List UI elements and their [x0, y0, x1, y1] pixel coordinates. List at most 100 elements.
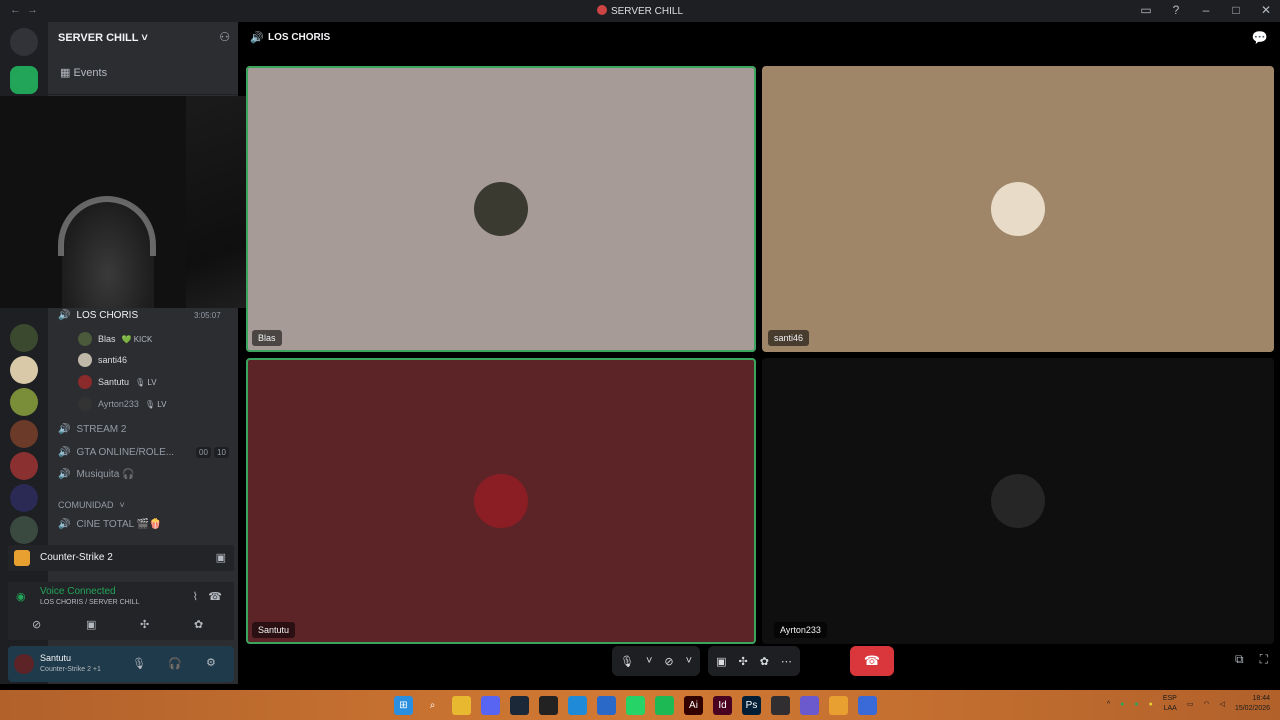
indesign-icon[interactable]: Id: [713, 696, 732, 715]
soundboard-icon[interactable]: ✿: [760, 655, 769, 668]
voice-connected-subtitle[interactable]: LOS CHORIS / SERVER CHILL: [40, 599, 139, 606]
events-link[interactable]: ▦ Events: [60, 66, 107, 79]
server-icon[interactable]: [10, 388, 38, 416]
server-icon[interactable]: [10, 324, 38, 352]
disconnect-icon[interactable]: ☎: [208, 590, 222, 603]
server-icon[interactable]: [10, 484, 38, 512]
obs-icon[interactable]: [771, 696, 790, 715]
chevron-down-icon[interactable]: ˅: [646, 655, 652, 667]
headphones-icon[interactable]: 🎧: [168, 657, 182, 670]
screen-share-icon[interactable]: ▣: [86, 618, 96, 631]
lang-bottom: LAA: [1163, 705, 1177, 712]
camera-off-icon[interactable]: ⊘: [664, 655, 673, 668]
add-member-icon[interactable]: ⚇: [219, 30, 230, 44]
participant-tile-santi46[interactable]: santi46: [762, 66, 1274, 352]
chat-icon[interactable]: 💬: [1252, 30, 1268, 46]
server-name[interactable]: SERVER CHILL ˅: [58, 32, 148, 44]
user-name[interactable]: Santutu: [40, 653, 71, 663]
server-icon[interactable]: [10, 516, 38, 544]
stream-icon[interactable]: ▣: [216, 551, 226, 564]
participant-avatar: [991, 182, 1045, 236]
counter-strike-icon[interactable]: [829, 696, 848, 715]
steam-icon[interactable]: [510, 696, 529, 715]
tray-mic-icon[interactable]: ●: [1149, 701, 1153, 708]
wifi-icon[interactable]: ◠: [1203, 700, 1209, 708]
clock[interactable]: 18:44 15/02/2026: [1235, 694, 1270, 714]
tray-app-icon[interactable]: ●: [1120, 701, 1124, 708]
search-icon[interactable]: ⌕: [423, 696, 442, 715]
epic-games-icon[interactable]: [539, 696, 558, 715]
fullscreen-icon[interactable]: ⛶: [1260, 652, 1268, 667]
app-icon[interactable]: [858, 696, 877, 715]
photoshop-icon[interactable]: Ps: [742, 696, 761, 715]
maximize-icon[interactable]: □: [1228, 3, 1244, 17]
lang-top: ESP: [1162, 695, 1177, 702]
start-icon[interactable]: ⊞: [394, 696, 413, 715]
voice-user-santi46[interactable]: santi46: [78, 353, 127, 367]
game-activity[interactable]: Counter-Strike 2 ▣: [8, 545, 234, 571]
screen-share-icon[interactable]: ▣: [716, 655, 726, 668]
window-title-text: SERVER CHILL: [610, 6, 684, 17]
channel-musiquita[interactable]: 🔊 Musiquita 🎧: [58, 469, 134, 480]
server-icon[interactable]: [10, 356, 38, 384]
participant-name: Ayrton233: [774, 622, 827, 638]
tray-app-icon[interactable]: ●: [1134, 701, 1138, 708]
category-comunidad[interactable]: COMUNIDAD ˅: [58, 500, 125, 510]
settings-icon[interactable]: ⚙: [206, 656, 216, 669]
spotify-icon[interactable]: [655, 696, 674, 715]
game-title: Counter-Strike 2: [40, 552, 113, 563]
channel-label: Musiquita 🎧: [76, 469, 135, 480]
popout-icon[interactable]: ⧉: [1235, 652, 1244, 667]
discord-home-icon[interactable]: [10, 28, 38, 56]
channel-cine-total[interactable]: 🔊 CINE TOTAL 🎬🍿: [58, 519, 162, 530]
app-icon[interactable]: [800, 696, 819, 715]
soundboard-icon[interactable]: ✿: [194, 618, 203, 631]
discord-icon[interactable]: [481, 696, 500, 715]
user-avatar[interactable]: [14, 654, 34, 674]
language-indicator[interactable]: ESP LAA: [1163, 694, 1177, 714]
server-icon[interactable]: [10, 452, 38, 480]
signal-icon[interactable]: ◉: [16, 590, 26, 603]
camera-off-icon[interactable]: ⊘: [32, 618, 41, 631]
microphone-icon[interactable]: 🎙: [132, 657, 146, 670]
more-icon[interactable]: ⋯: [781, 655, 792, 668]
whatsapp-icon[interactable]: [626, 696, 645, 715]
participant-tile-santutu[interactable]: Santutu: [246, 358, 756, 644]
inbox-icon[interactable]: ▭: [1138, 3, 1154, 17]
voice-user-ayrton233[interactable]: Ayrton233 🎙 LV: [78, 397, 166, 411]
channel-timer: 3:05:07: [194, 311, 221, 320]
avatar: [78, 332, 92, 346]
file-explorer-icon[interactable]: [452, 696, 471, 715]
volume-icon[interactable]: ◁: [1220, 700, 1225, 708]
illustrator-icon[interactable]: Ai: [684, 696, 703, 715]
participant-tile-blas[interactable]: Blas: [246, 66, 756, 352]
voice-user-name: santi46: [98, 355, 128, 365]
voice-user-santutu[interactable]: Santutu 🎙 LV: [78, 375, 157, 389]
disconnect-button[interactable]: ☎: [850, 646, 894, 676]
kick-icon[interactable]: [597, 696, 616, 715]
divider: [48, 94, 238, 95]
user-status: Counter-Strike 2 +1: [40, 666, 101, 673]
tray-chevron-icon[interactable]: ^: [1107, 701, 1110, 708]
activities-icon[interactable]: ✣: [140, 618, 149, 631]
microphone-icon[interactable]: 🎙: [620, 655, 634, 668]
server-icon-active[interactable]: [10, 66, 38, 94]
channel-los-choris[interactable]: 🔊 LOS CHORIS 3:05:07: [58, 310, 228, 321]
channel-gta-online[interactable]: 🔊 GTA ONLINE/ROLE... 00 10: [58, 447, 234, 458]
calendar-icon: ▦: [60, 67, 71, 79]
noise-suppression-icon[interactable]: ⌇: [193, 590, 198, 603]
participant-tile-ayrton233[interactable]: Ayrton233: [762, 358, 1274, 644]
chevron-down-icon[interactable]: ˅: [686, 655, 692, 667]
activities-icon[interactable]: ✣: [738, 655, 747, 668]
edge-icon[interactable]: [568, 696, 587, 715]
close-icon[interactable]: ✕: [1258, 3, 1274, 17]
voice-user-name: Ayrton233: [98, 399, 139, 409]
channel-stream-2[interactable]: 🔊 STREAM 2: [58, 424, 126, 435]
display-icon[interactable]: ▭: [1187, 700, 1194, 708]
minimize-icon[interactable]: –: [1198, 3, 1214, 17]
speaker-icon: 🔊: [58, 424, 71, 435]
windows-taskbar: ⊞ ⌕ Ai Id Ps ^ ● ● ● ESP LAA ▭ ◠ ◁ 18:44 1…: [0, 690, 1280, 720]
help-icon[interactable]: ?: [1168, 3, 1184, 17]
voice-user-blas[interactable]: Blas 💚 KICK: [78, 332, 152, 346]
server-icon[interactable]: [10, 420, 38, 448]
